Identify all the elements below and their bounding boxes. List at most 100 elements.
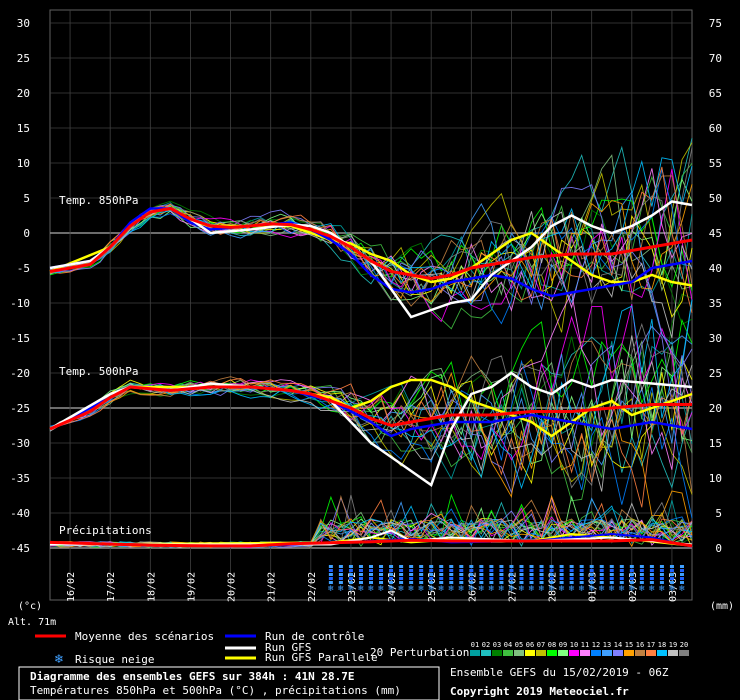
snow-risk-mark [489,565,494,568]
left-tick-label: -15 [10,332,30,345]
snowflake-icon: ❄ [378,584,385,593]
perturbation-swatch [492,650,502,656]
perturbation-number: 10 [570,641,578,649]
snow-risk-mark [479,573,484,576]
snow-risk-mark [529,565,534,568]
perturbation-swatch [613,650,623,656]
right-tick-label: 70 [709,52,722,65]
snow-risk-mark [589,573,594,576]
perturbation-swatch [558,650,568,656]
left-tick-label: 5 [23,192,30,205]
perturbation-swatch [646,650,656,656]
left-tick-label: 10 [17,157,30,170]
snow-risk-mark [639,577,644,580]
right-tick-label: 45 [709,227,722,240]
snowflake-icon: ❄ [428,584,435,593]
perturbation-swatch [580,650,590,656]
snow-risk-mark [579,569,584,572]
perturbation-number: 07 [537,641,545,649]
snow-risk-mark [449,573,454,576]
snowflake-icon: ❄ [598,584,605,593]
snow-risk-mark [409,565,414,568]
snow-risk-mark [629,569,634,572]
snow-risk-mark [389,577,394,580]
perturbation-number: 13 [603,641,611,649]
left-tick-label: -5 [17,262,30,275]
snowflake-icon: ❄ [488,584,495,593]
perturbation-number: 11 [581,641,589,649]
perturbation-number: 19 [669,641,677,649]
perturbation-swatch [635,650,645,656]
snowflake-icon: ❄ [558,584,565,593]
snow-risk-mark [389,569,394,572]
right-tick-label: 65 [709,87,722,100]
snowflake-icon: ❄ [508,584,515,593]
snow-risk-mark [379,569,384,572]
right-unit: (mm) [710,601,734,612]
snowflake-icon: ❄ [408,584,415,593]
snowflake-icon: ❄ [388,584,395,593]
snow-risk-mark [469,569,474,572]
snow-risk-mark [599,565,604,568]
snowflake-icon: ❄ [438,584,445,593]
snow-risk-mark [579,573,584,576]
perturbation-number: 09 [559,641,567,649]
snow-risk-mark [348,573,353,576]
snow-risk-mark [429,565,434,568]
snow-risk-mark [328,573,333,576]
snowflake-icon: ❄ [398,584,405,593]
snow-risk-mark [569,569,574,572]
snow-risk-mark [409,569,414,572]
snow-risk-mark [389,573,394,576]
perturbation-number: 17 [647,641,655,649]
perturbation-number: 06 [526,641,534,649]
snow-risk-mark [579,565,584,568]
snow-risk-mark [669,565,674,568]
snowflake-icon: ❄ [478,584,485,593]
perturbation-number: 03 [493,641,501,649]
perturbation-swatch [602,650,612,656]
x-tick-label: 16/02 [66,572,77,602]
left-tick-label: -10 [10,297,30,310]
legend-label-gfs-parallel: Run GFS Parallele [265,651,378,664]
snowflake-icon: ❄ [468,584,475,593]
perturbation-swatch [569,650,579,656]
right-tick-label: 75 [709,17,722,30]
snow-risk-mark [549,565,554,568]
snow-risk-mark [539,569,544,572]
snow-risk-mark [619,569,624,572]
perturbation-number: 15 [625,641,633,649]
snow-risk-mark [449,565,454,568]
snow-risk-mark [639,569,644,572]
snow-risk-mark [679,569,684,572]
snow-risk-mark [659,577,664,580]
snowflake-icon: ❄ [608,584,615,593]
snow-risk-mark [659,565,664,568]
snow-risk-mark [659,569,664,572]
snowflake-icon: ❄ [568,584,575,593]
legend-label-perturbations: 20 Perturbations [370,646,476,659]
legend-label-mean: Moyenne des scénarios [75,630,214,643]
snow-risk-mark [499,573,504,576]
perturbation-number: 14 [614,641,622,649]
legend-label-snow: Risque neige [75,653,154,666]
x-tick-label: 19/02 [186,572,197,602]
snow-risk-mark [499,565,504,568]
snow-risk-mark [609,573,614,576]
snowflake-icon: ❄ [528,584,535,593]
panel-label-precip: Précipitations [59,524,152,537]
perturbation-swatch [679,650,689,656]
snow-risk-mark [419,565,424,568]
snow-risk-mark [669,569,674,572]
snow-risk-mark [399,569,404,572]
snowflake-icon: ❄ [659,584,666,593]
snowflake-icon: ❄ [338,584,345,593]
left-tick-label: -45 [10,542,30,555]
footer-title: Diagramme des ensembles GEFS sur 384h : … [30,670,355,683]
snow-risk-mark [369,573,373,576]
snow-risk-mark [649,573,654,576]
snow-risk-mark [589,577,594,580]
snow-risk-mark [649,577,654,580]
snow-risk-mark [419,573,424,576]
left-tick-label: -20 [10,367,30,380]
